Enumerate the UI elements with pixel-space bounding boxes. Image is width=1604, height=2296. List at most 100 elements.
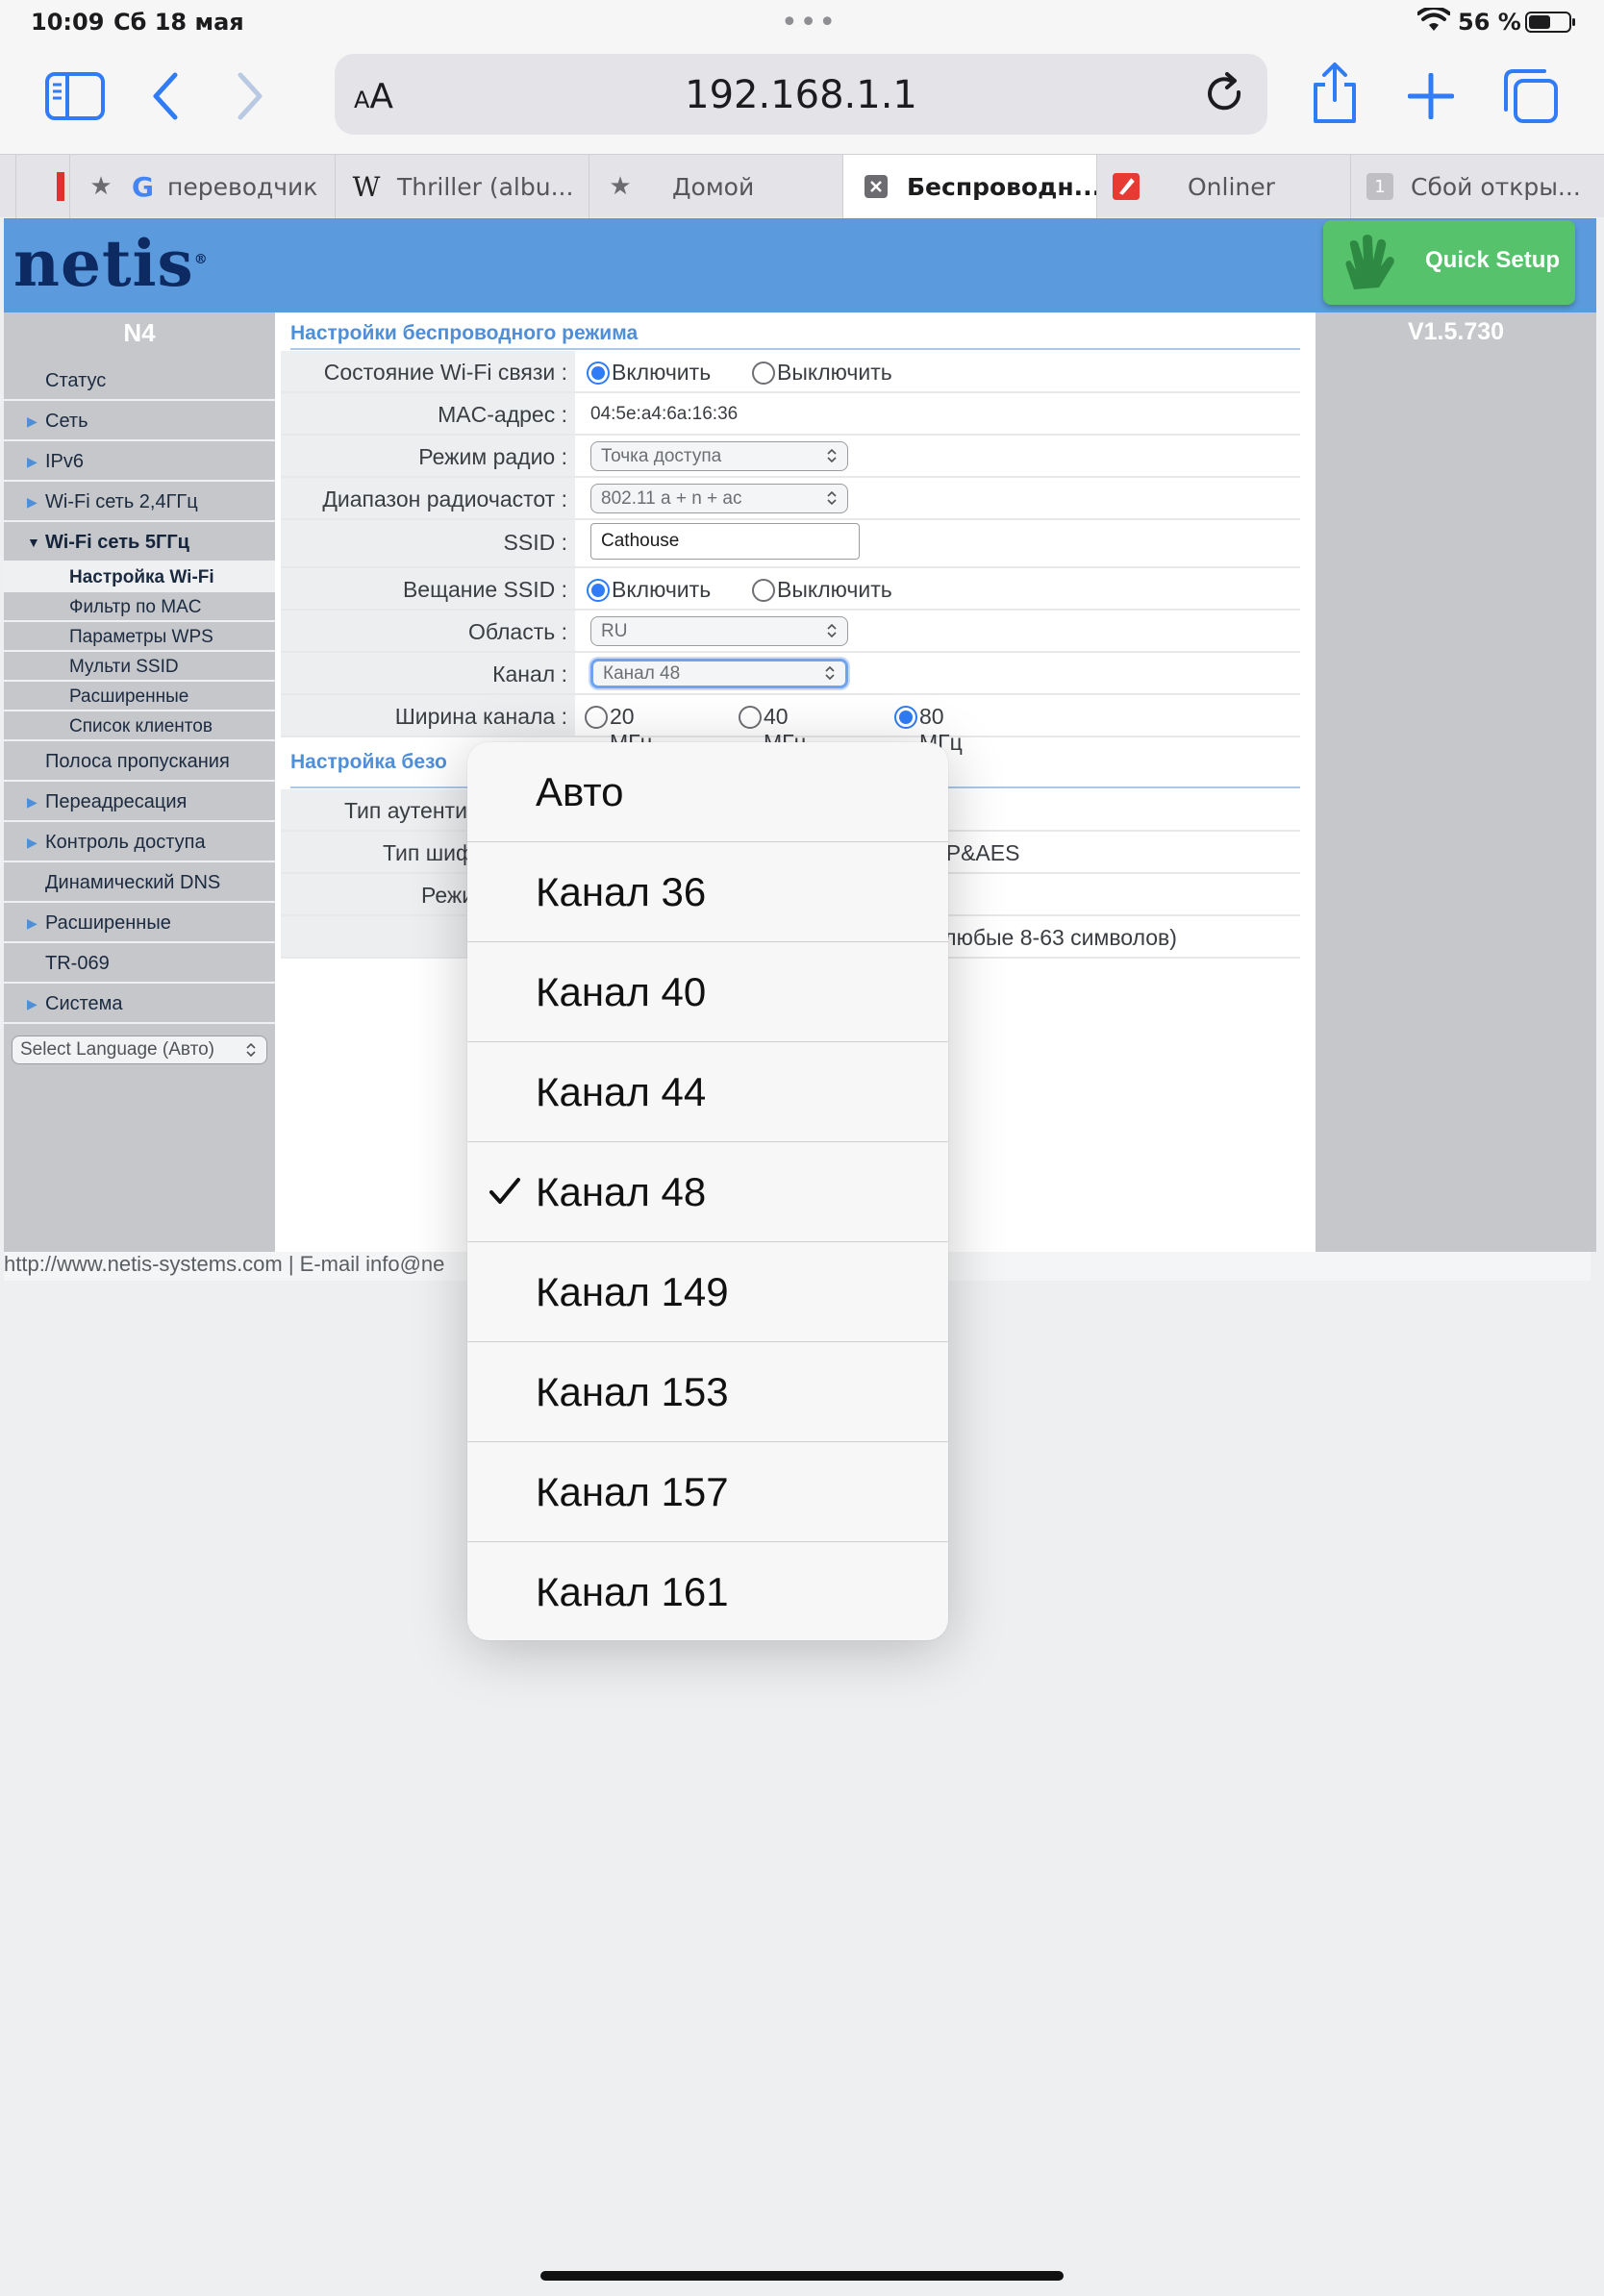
broadcast-on-label[interactable]: Включить [612, 577, 711, 603]
broadcast-off-label[interactable]: Выключить [777, 577, 892, 603]
picker-option[interactable]: Канал 153 [467, 1342, 948, 1442]
nav-access-control[interactable]: ▶ Контроль доступа [4, 822, 275, 862]
band-select[interactable]: 802.11 a + n + ac [590, 484, 848, 513]
picker-option[interactable]: Авто [467, 742, 948, 842]
mac-value: 04:5e:a4:6a:16:36 [590, 404, 739, 424]
wifi-icon [1417, 8, 1450, 31]
quick-setup-label: Quick Setup [1425, 247, 1561, 273]
netis-logo[interactable]: netis® [13, 226, 209, 301]
share-icon[interactable] [1308, 62, 1362, 125]
quick-setup-button[interactable]: Quick Setup [1323, 220, 1575, 305]
tab-onliner[interactable]: Onliner [1096, 155, 1350, 218]
region-select[interactable]: RU [590, 616, 848, 646]
subnav-advanced[interactable]: Расширенные [4, 682, 275, 711]
expand-arrow-icon: ▶ [27, 915, 38, 931]
radio-mode-value: Точка доступа [601, 446, 722, 466]
subnav-client-list[interactable]: Список клиентов [4, 711, 275, 741]
channel-picker-popup: Авто Канал 36 Канал 40 Канал 44 Канал 48 Кана… [467, 742, 948, 1640]
tab-wireless[interactable]: Беспроводн... [842, 155, 1096, 218]
router-footer[interactable]: http://www.netis-systems.com | E-mail in… [4, 1252, 444, 1277]
tab-label: переводчик [166, 172, 318, 201]
wikipedia-icon: W [352, 170, 381, 203]
reload-icon[interactable] [1202, 71, 1248, 117]
forward-icon[interactable] [235, 71, 265, 121]
picker-option-label: Авто [536, 769, 624, 814]
sidebar-toggle-icon[interactable] [44, 71, 106, 121]
hand-icon [1345, 235, 1394, 289]
tabs-overview-icon[interactable] [1502, 67, 1560, 125]
picker-option[interactable]: Канал 44 [467, 1042, 948, 1142]
nav-label: Полоса пропускания [45, 751, 230, 772]
width-20-radio[interactable] [585, 706, 608, 729]
channel-width-label: Ширина канала : [394, 704, 567, 729]
channel-select[interactable]: Канал 48 [590, 659, 848, 688]
nav-label: Wi-Fi сеть 5ГГц [45, 532, 189, 553]
checkmark-icon [489, 1178, 520, 1204]
subnav-wps[interactable]: Параметры WPS [4, 622, 275, 652]
select-chevron-icon [827, 491, 837, 505]
multitasking-dots-icon[interactable]: ••• [781, 6, 838, 39]
nav-status[interactable]: Статус [4, 361, 275, 401]
tab-translator[interactable]: ★ G переводчик [69, 155, 335, 218]
broadcast-on-radio[interactable] [587, 579, 610, 602]
picker-option-label: Канал 40 [536, 969, 707, 1014]
back-icon[interactable] [150, 71, 181, 121]
language-select[interactable]: Select Language (Авто) [12, 1036, 267, 1064]
picker-option[interactable]: Канал 161 [467, 1542, 948, 1640]
wifi-on-radio[interactable] [587, 362, 610, 385]
tab-partial[interactable] [15, 155, 69, 218]
nav-label: Динамический DNS [45, 872, 221, 893]
subnav-wifi-settings[interactable]: Настройка Wi-Fi [4, 562, 275, 592]
tab-thriller[interactable]: W Thriller (albu... [335, 155, 589, 218]
url-text[interactable]: 192.168.1.1 [335, 73, 1267, 117]
picker-option-label: Канал 153 [536, 1369, 729, 1414]
channel-label: Канал : [492, 661, 567, 686]
picker-option[interactable]: Канал 157 [467, 1442, 948, 1542]
ssid-input[interactable]: Cathouse [590, 523, 860, 560]
picker-option[interactable]: Канал 149 [467, 1242, 948, 1342]
number-icon: 1 [1366, 173, 1393, 200]
tab-label: Беспроводн... [907, 172, 1096, 201]
expand-arrow-icon: ▶ [27, 794, 38, 810]
star-icon: ★ [609, 172, 632, 201]
tab-error[interactable]: 1 Сбой откры... [1350, 155, 1604, 218]
nav-network[interactable]: ▶ Сеть [4, 401, 275, 441]
subnav-mac-filter[interactable]: Фильтр по MAC [4, 592, 275, 622]
broadcast-label: Вещание SSID : [402, 577, 567, 602]
nav-wifi-24[interactable]: ▶ Wi-Fi сеть 2,4ГГц [4, 482, 275, 522]
subnav-multi-ssid[interactable]: Мульти SSID [4, 652, 275, 682]
nav-bandwidth[interactable]: Полоса пропускания [4, 741, 275, 782]
tab-label: Домой [672, 172, 755, 201]
picker-option[interactable]: Канал 48 [467, 1142, 948, 1242]
wireless-section-title: Настройки беспроводного режима [290, 322, 639, 344]
nav-tr069[interactable]: TR-069 [4, 943, 275, 984]
picker-option[interactable]: Канал 36 [467, 842, 948, 942]
wifi-off-label[interactable]: Выключить [777, 360, 892, 386]
nav-label: Сеть [45, 411, 88, 432]
red-edge-icon [57, 172, 64, 201]
tab-home[interactable]: ★ Домой [589, 155, 842, 218]
address-bar[interactable]: AA 192.168.1.1 [335, 54, 1267, 135]
select-chevron-icon [825, 666, 835, 680]
radio-mode-select[interactable]: Точка доступа [590, 441, 848, 471]
nav-forwarding[interactable]: ▶ Переадресация [4, 782, 275, 822]
home-indicator[interactable] [540, 2271, 1064, 2281]
expand-arrow-icon: ▶ [27, 996, 38, 1011]
radio-mode-label: Режим радио : [418, 444, 567, 469]
wifi-on-label[interactable]: Включить [612, 360, 711, 386]
battery-percent: 56 % [1458, 9, 1521, 36]
nav-ipv6[interactable]: ▶ IPv6 [4, 441, 275, 482]
nav-wifi-5[interactable]: ▼ Wi-Fi сеть 5ГГц [4, 522, 275, 562]
width-80-radio[interactable] [894, 706, 917, 729]
nav-ddns[interactable]: Динамический DNS [4, 862, 275, 903]
nav-system[interactable]: ▶ Система [4, 984, 275, 1024]
broadcast-off-radio[interactable] [752, 579, 775, 602]
wifi-off-radio[interactable] [752, 362, 775, 385]
close-icon[interactable] [863, 173, 890, 200]
picker-option[interactable]: Канал 40 [467, 942, 948, 1042]
row-band: Диапазон радиочастот : 802.11 a + n + ac [281, 478, 1300, 520]
new-tab-icon[interactable] [1408, 73, 1454, 119]
nav-advanced[interactable]: ▶ Расширенные [4, 903, 275, 943]
row-radio-mode: Режим радио : Точка доступа [281, 436, 1300, 478]
width-40-radio[interactable] [739, 706, 762, 729]
